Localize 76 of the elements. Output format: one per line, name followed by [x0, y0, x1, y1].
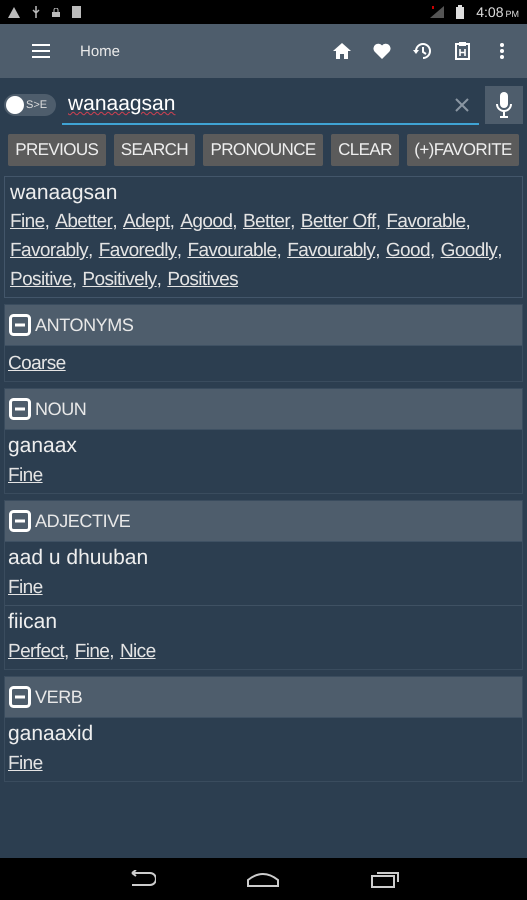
usb-icon — [32, 6, 40, 18]
comma: , — [375, 239, 380, 263]
comma: , — [290, 210, 295, 234]
comma: , — [176, 239, 182, 263]
action-button[interactable]: PREVIOUS — [8, 134, 106, 166]
comma: , — [430, 239, 435, 263]
section-header[interactable]: NOUN — [5, 389, 522, 429]
translation-link[interactable]: Nice — [120, 638, 156, 665]
translation-link[interactable]: Perfect — [8, 638, 64, 665]
microphone-icon — [496, 92, 512, 118]
search-field[interactable]: wanaagsan — [62, 85, 479, 125]
entry-word: aad u dhuuban — [8, 546, 150, 570]
comma: , — [109, 640, 114, 664]
translation-link[interactable]: Favoredly — [98, 237, 177, 264]
comma: , — [156, 268, 162, 292]
translation-link[interactable]: Positive — [10, 266, 72, 293]
headword: wanaagsan — [10, 181, 118, 205]
translation-link[interactable]: Better — [242, 208, 290, 235]
sd-card-icon — [72, 6, 81, 18]
comma: , — [64, 640, 69, 664]
battery-icon — [456, 5, 464, 19]
entry-word: ganaaxid — [8, 722, 94, 746]
translation-link[interactable]: Favourable — [187, 237, 276, 264]
comma: , — [88, 239, 93, 263]
comma: , — [232, 210, 237, 234]
translation-link[interactable]: Abetter — [55, 208, 112, 235]
translation-link[interactable]: Agood — [180, 208, 232, 235]
comma: , — [170, 210, 174, 234]
home-icon[interactable] — [331, 40, 353, 62]
translation-link[interactable]: Good — [386, 237, 430, 264]
home-nav-icon[interactable] — [247, 871, 280, 887]
clock-time: 4:08 — [476, 4, 504, 20]
lock-icon — [52, 8, 60, 16]
collapse-icon — [9, 686, 31, 708]
comma: , — [376, 210, 380, 234]
translation-link[interactable]: Positively — [82, 266, 157, 293]
entry-word: ganaax — [8, 434, 78, 458]
translation-link[interactable]: Coarse — [8, 350, 66, 377]
section-header[interactable]: ADJECTIVE — [5, 501, 522, 541]
translation-link[interactable]: Favorably — [10, 237, 88, 264]
translation-link[interactable]: Favorable — [386, 208, 466, 235]
translation-link[interactable]: Better Off — [300, 208, 376, 235]
action-button[interactable]: CLEAR — [330, 134, 400, 166]
screen-title: Home — [80, 42, 122, 60]
signal-icon — [430, 6, 444, 18]
comma: , — [276, 239, 282, 263]
translation-link[interactable]: Fine — [74, 638, 110, 665]
translation-link[interactable]: Goodly — [440, 237, 498, 264]
translation-link[interactable]: Fine — [8, 462, 43, 489]
action-button[interactable]: SEARCH — [114, 134, 196, 166]
microphone-button[interactable] — [485, 86, 523, 124]
clear-icon[interactable] — [455, 98, 469, 112]
translation-link[interactable]: Fine — [10, 208, 45, 235]
language-toggle[interactable]: S>E — [4, 94, 56, 116]
comma: , — [72, 268, 76, 292]
translation-link[interactable]: Adept — [123, 208, 170, 235]
translation-link[interactable]: Positives — [167, 266, 238, 293]
warning-icon — [8, 6, 20, 18]
action-button[interactable]: PRONOUNCE — [203, 134, 323, 166]
history-icon[interactable] — [411, 40, 433, 62]
collapse-icon — [9, 510, 31, 532]
entry-word: fiican — [8, 610, 58, 634]
recent-apps-icon[interactable] — [371, 870, 402, 888]
section-header[interactable]: VERB — [5, 677, 522, 717]
comma: , — [466, 210, 470, 234]
translation-link[interactable]: Favourably — [287, 237, 376, 264]
section-header[interactable]: ANTONYMS — [5, 305, 522, 345]
action-button[interactable]: (+)FAVORITE — [407, 134, 519, 166]
comma: , — [44, 210, 50, 234]
clock-period: PM — [506, 9, 519, 19]
collapse-icon — [9, 314, 31, 336]
comma: , — [497, 239, 502, 263]
translation-link[interactable]: Fine — [8, 750, 43, 777]
translation-link[interactable]: Fine — [8, 574, 43, 601]
collapse-icon — [9, 398, 31, 420]
comma: , — [112, 210, 117, 234]
